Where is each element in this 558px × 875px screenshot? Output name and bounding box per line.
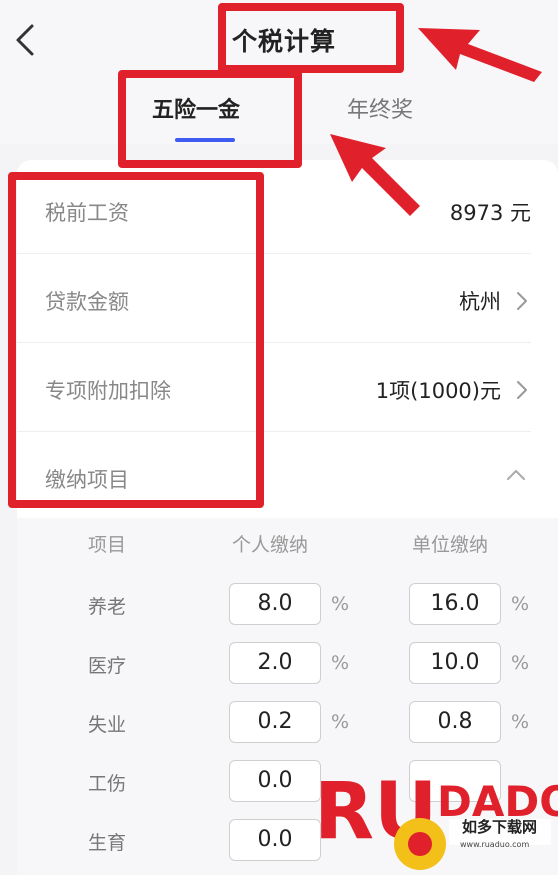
chevron-left-icon [16, 24, 34, 56]
item-maternity-label: 生育 [88, 832, 127, 854]
chevron-right-icon [517, 292, 527, 310]
percent-label: % [511, 593, 530, 615]
chevron-up-icon[interactable] [505, 468, 527, 482]
injury-personal-input[interactable]: 0.0 [229, 760, 321, 802]
special-deduction-value: 1项(1000)元 [375, 379, 501, 403]
col-header-personal: 个人缴纳 [232, 534, 309, 556]
pension-personal-input[interactable]: 8.0 [229, 583, 321, 625]
annotation-box-title [218, 3, 404, 73]
watermark-url: www.ruaduo.com [460, 840, 530, 849]
annotation-arrow-icon [418, 28, 542, 82]
chevron-right-icon [517, 381, 527, 399]
back-button[interactable] [10, 20, 40, 60]
city-value: 杭州 [459, 290, 501, 314]
watermark-name: 如多下载网 [462, 818, 538, 836]
unemployment-company-input[interactable]: 0.8 [409, 701, 501, 743]
annotation-box-tab [118, 70, 302, 168]
percent-label: % [331, 652, 350, 674]
percent-label: % [331, 593, 350, 615]
tab-year-end-bonus[interactable]: 年终奖 [347, 92, 413, 124]
medical-company-input[interactable]: 10.0 [409, 642, 501, 684]
annotation-box-labels [8, 172, 264, 508]
col-header-company: 单位缴纳 [412, 534, 489, 556]
item-injury-label: 工伤 [88, 773, 127, 795]
percent-label: % [331, 711, 350, 733]
medical-personal-input[interactable]: 2.0 [229, 642, 321, 684]
item-medical-label: 医疗 [88, 655, 127, 677]
item-unemployment-label: 失业 [88, 714, 127, 736]
percent-label: % [511, 711, 530, 733]
item-pension-label: 养老 [88, 596, 127, 618]
col-header-item: 项目 [88, 534, 127, 556]
unemployment-personal-input[interactable]: 0.2 [229, 701, 321, 743]
pension-company-input[interactable]: 16.0 [409, 583, 501, 625]
maternity-personal-input[interactable]: 0.0 [229, 819, 321, 861]
annotation-arrow-icon [330, 134, 420, 216]
pretax-salary-value: 8973 元 [449, 201, 531, 225]
percent-label: % [511, 652, 530, 674]
